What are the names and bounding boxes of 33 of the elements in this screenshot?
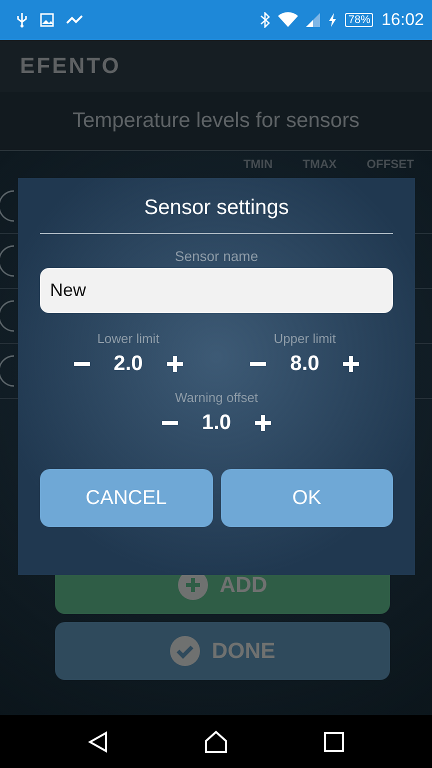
- plus-icon: [343, 356, 360, 372]
- signal-icon: [306, 13, 320, 27]
- dialog-title: Sensor settings: [144, 196, 289, 220]
- stepper-label: Warning offset: [174, 390, 258, 405]
- image-icon: [40, 13, 54, 27]
- stepper-value: 2.0: [114, 352, 143, 376]
- sensor-name-field[interactable]: New: [40, 268, 393, 313]
- battery-level: 78%: [345, 13, 374, 27]
- minus-icon: [74, 362, 90, 366]
- bluetooth-icon: [260, 12, 270, 28]
- done-button[interactable]: DONE: [55, 622, 390, 680]
- field-label: Sensor name: [174, 248, 258, 264]
- stepper-value: 1.0: [202, 411, 232, 435]
- plus-icon: [255, 415, 272, 431]
- stepper-label: Lower limit: [97, 331, 160, 346]
- plus-icon: [166, 356, 183, 372]
- screen-title: Temperature levels for sensors: [72, 109, 360, 133]
- cancel-button[interactable]: CANCEL: [40, 469, 212, 527]
- minus-icon: [250, 362, 266, 366]
- stepper-value: 8.0: [290, 352, 320, 376]
- back-icon[interactable]: [88, 730, 108, 752]
- recents-icon[interactable]: [324, 732, 344, 752]
- clock-time: 16:02: [381, 10, 424, 30]
- minus-icon: [162, 421, 178, 425]
- charging-icon: [328, 13, 338, 27]
- usb-icon: [16, 12, 28, 28]
- pulse-icon: [66, 14, 84, 26]
- app-logo: EFENTO: [20, 53, 121, 79]
- wifi-icon: [278, 12, 298, 28]
- ok-button[interactable]: OK: [220, 469, 393, 527]
- check-circle-icon: [170, 636, 200, 666]
- stepper-label: Upper limit: [274, 331, 336, 346]
- home-icon[interactable]: [204, 730, 228, 754]
